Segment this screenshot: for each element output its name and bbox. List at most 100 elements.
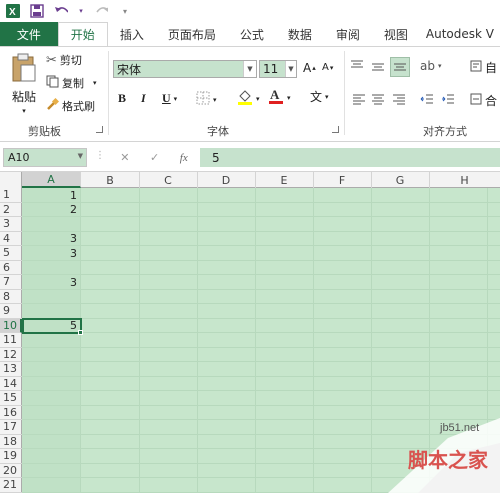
font-group-label: 字体 bbox=[207, 125, 229, 138]
cancel-icon[interactable]: ✕ bbox=[120, 151, 129, 164]
fill-color-dropdown-icon: ▾ bbox=[256, 94, 260, 103]
tab-review[interactable]: 审阅 bbox=[324, 22, 372, 46]
row-header-20[interactable]: 20 bbox=[0, 464, 22, 478]
align-center-button[interactable] bbox=[371, 93, 385, 108]
font-size-dropdown-icon[interactable]: ▼ bbox=[285, 61, 296, 77]
row-header-21[interactable]: 21 bbox=[0, 478, 22, 493]
font-name-dropdown-icon[interactable]: ▼ bbox=[243, 61, 256, 77]
merge-center-button[interactable]: 合 bbox=[470, 92, 497, 109]
cell-A7[interactable]: 3 bbox=[22, 275, 81, 290]
paste-button[interactable]: 粘贴 ▾ bbox=[8, 53, 40, 115]
cell-A5[interactable]: 3 bbox=[22, 246, 81, 261]
column-header-H[interactable]: H bbox=[429, 172, 500, 188]
cell-A1[interactable]: 1 bbox=[22, 188, 81, 203]
undo-dropdown-icon[interactable]: ▾ bbox=[78, 4, 84, 18]
wrap-text-button[interactable]: 自 bbox=[470, 59, 497, 76]
active-cell-border[interactable] bbox=[22, 317, 82, 334]
column-header-B[interactable]: B bbox=[81, 172, 140, 188]
row-header-3[interactable]: 3 bbox=[0, 217, 22, 232]
align-right-button[interactable] bbox=[392, 93, 406, 108]
row-header-5[interactable]: 5 bbox=[0, 246, 22, 261]
orientation-button[interactable]: ab ▾ bbox=[420, 59, 442, 73]
tab-autodesk[interactable]: Autodesk V bbox=[420, 22, 500, 46]
name-box-dropdown-icon[interactable]: ▼ bbox=[78, 152, 83, 160]
row-header-14[interactable]: 14 bbox=[0, 377, 22, 391]
fill-color-button[interactable]: ▾ bbox=[237, 89, 260, 108]
row-header-8[interactable]: 8 bbox=[0, 290, 22, 304]
row-header-4[interactable]: 4 bbox=[0, 232, 22, 246]
enter-icon[interactable]: ✓ bbox=[150, 151, 159, 164]
name-box-value: A10 bbox=[8, 151, 30, 164]
row-header-6[interactable]: 6 bbox=[0, 261, 22, 275]
column-header-E[interactable]: E bbox=[255, 172, 314, 188]
clipboard-launcher-icon[interactable] bbox=[96, 126, 103, 133]
formula-value: 5 bbox=[212, 150, 220, 165]
column-header-A[interactable]: A bbox=[22, 172, 81, 188]
row-header-10[interactable]: 10 bbox=[0, 318, 22, 333]
tab-page-layout[interactable]: 页面布局 bbox=[156, 22, 228, 46]
tab-file[interactable]: 文件 bbox=[0, 22, 58, 46]
row-header-1[interactable]: 1 bbox=[0, 188, 22, 203]
row-header-18[interactable]: 18 bbox=[0, 435, 22, 449]
row-header-13[interactable]: 13 bbox=[0, 362, 22, 377]
tab-formulas[interactable]: 公式 bbox=[228, 22, 276, 46]
bold-button[interactable]: B bbox=[118, 91, 126, 106]
row-header-7[interactable]: 7 bbox=[0, 275, 22, 290]
gridline bbox=[22, 390, 500, 391]
customize-toolbar-icon[interactable]: ▾ bbox=[118, 4, 132, 18]
row-header-9[interactable]: 9 bbox=[0, 304, 22, 319]
row-header-17[interactable]: 17 bbox=[0, 420, 22, 435]
tab-data[interactable]: 数据 bbox=[276, 22, 324, 46]
decrease-indent-button[interactable] bbox=[420, 93, 434, 108]
column-header-G[interactable]: G bbox=[371, 172, 430, 188]
name-box[interactable]: A10 ▼ bbox=[3, 148, 87, 167]
row-header-19[interactable]: 19 bbox=[0, 449, 22, 464]
italic-button[interactable]: I bbox=[141, 91, 146, 106]
gridline bbox=[255, 188, 256, 493]
format-painter-button[interactable]: 格式刷 bbox=[46, 97, 95, 114]
undo-icon[interactable] bbox=[54, 4, 68, 18]
phonetic-button[interactable]: 文 ▾ bbox=[310, 88, 329, 105]
tab-home[interactable]: 开始 bbox=[57, 22, 108, 46]
gridline bbox=[22, 404, 500, 406]
row-header-11[interactable]: 11 bbox=[0, 333, 22, 348]
font-color-button[interactable]: A ▾ bbox=[268, 87, 291, 108]
row-header-2[interactable]: 2 bbox=[0, 203, 22, 217]
align-bottom-button[interactable] bbox=[390, 57, 410, 77]
cut-button[interactable]: ✂ 剪切 bbox=[46, 52, 82, 68]
underline-button[interactable]: U ▾ bbox=[162, 91, 177, 106]
select-all-corner[interactable] bbox=[0, 172, 22, 188]
redo-icon[interactable] bbox=[94, 4, 108, 18]
fill-handle[interactable] bbox=[78, 330, 83, 335]
font-launcher-icon[interactable] bbox=[332, 126, 339, 133]
cell-A4[interactable]: 3 bbox=[22, 232, 81, 247]
column-header-C[interactable]: C bbox=[139, 172, 198, 188]
font-size-field[interactable]: 11 ▼ bbox=[259, 60, 297, 78]
align-bottom-icon bbox=[393, 60, 407, 75]
align-middle-button[interactable] bbox=[371, 61, 385, 76]
watermark-text-1: jb51.net bbox=[440, 422, 480, 434]
borders-button[interactable]: ▾ bbox=[196, 91, 217, 108]
watermark-logo: jb51.net 脚本之家 bbox=[378, 418, 500, 493]
formula-input[interactable]: 5 bbox=[200, 148, 500, 167]
row-header-15[interactable]: 15 bbox=[0, 391, 22, 406]
column-header-F[interactable]: F bbox=[313, 172, 372, 188]
save-icon[interactable] bbox=[30, 4, 44, 18]
copy-button[interactable]: 复制 ▾ bbox=[46, 75, 97, 91]
align-top-button[interactable] bbox=[350, 59, 364, 74]
align-left-button[interactable] bbox=[352, 93, 366, 108]
font-name-field[interactable]: 宋体 ▼ bbox=[113, 60, 257, 78]
cell-A2[interactable]: 2 bbox=[22, 203, 81, 218]
gridline bbox=[371, 188, 372, 493]
shrink-font-button[interactable]: A ▾ bbox=[322, 62, 333, 73]
tab-view[interactable]: 视图 bbox=[372, 22, 420, 46]
row-header-16[interactable]: 16 bbox=[0, 406, 22, 420]
gridline bbox=[22, 274, 500, 275]
insert-function-icon[interactable]: fx bbox=[180, 152, 188, 164]
row-header-12[interactable]: 12 bbox=[0, 348, 22, 362]
increase-indent-button[interactable] bbox=[441, 93, 455, 108]
column-headers: ABCDEFGH bbox=[0, 172, 500, 188]
tab-insert[interactable]: 插入 bbox=[108, 22, 156, 46]
column-header-D[interactable]: D bbox=[197, 172, 256, 188]
grow-font-button[interactable]: A ▴ bbox=[303, 61, 316, 75]
